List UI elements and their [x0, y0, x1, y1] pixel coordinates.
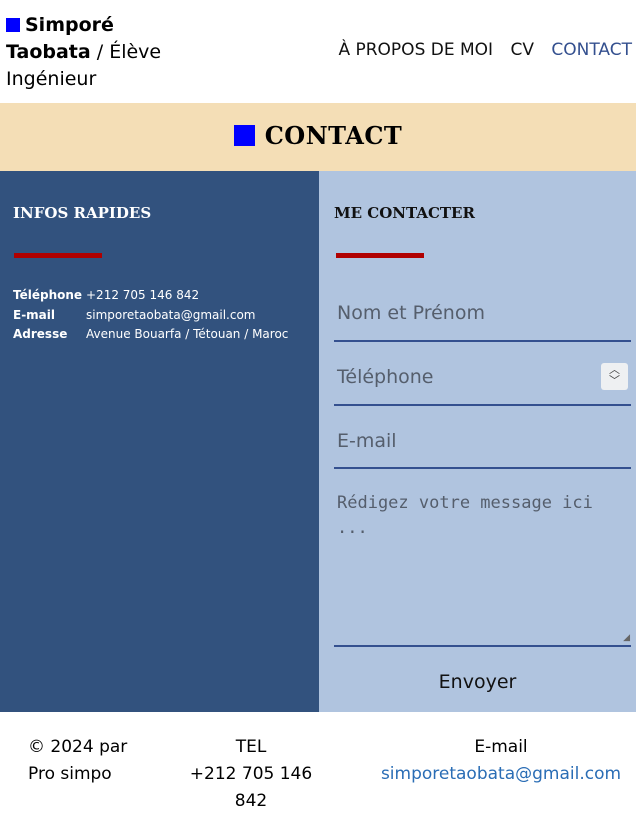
- footer-email: E-mail simporetaobata@gmail.com: [366, 734, 636, 788]
- contact-form-underline: [336, 253, 424, 258]
- copyright-line2: Pro simpo: [28, 764, 112, 784]
- submit-button[interactable]: Envoyer: [319, 671, 636, 693]
- page-title: CONTACT: [0, 121, 636, 150]
- main-nav: À PROPOS DE MOI CV CONTACT: [326, 40, 632, 60]
- email-placeholder: E-mail: [337, 430, 397, 452]
- copyright-line1: © 2024 par: [28, 737, 128, 757]
- quick-info-list: Téléphone +212 705 146 842 E-mail simporet…: [13, 286, 288, 345]
- number-stepper[interactable]: ︿ ﹀: [601, 363, 628, 390]
- tel-value: +212 705 146 842: [189, 764, 313, 811]
- info-value: +212 705 146 842: [86, 288, 200, 302]
- info-key: Adresse: [13, 327, 68, 341]
- resize-grip-icon[interactable]: ◢: [623, 632, 630, 643]
- phone-placeholder: Téléphone: [337, 366, 434, 388]
- contact-form-panel: ME CONTACTER Nom et Prénom Téléphone ︿ ﹀ …: [319, 171, 636, 712]
- email-link[interactable]: simporetaobata@gmail.com: [381, 764, 621, 784]
- info-row-phone: Téléphone +212 705 146 842: [13, 286, 288, 306]
- page-banner: CONTACT: [0, 103, 636, 171]
- nav-contact[interactable]: CONTACT: [551, 40, 632, 60]
- brand-first-name: Simporé: [25, 14, 114, 36]
- site-footer: © 2024 par Pro simpo TEL +212 705 146 84…: [0, 712, 636, 811]
- email-field[interactable]: E-mail: [334, 419, 631, 469]
- nav-about[interactable]: À PROPOS DE MOI: [338, 40, 493, 60]
- title-square-icon: [233, 125, 255, 146]
- stepper-down-icon[interactable]: ﹀: [609, 375, 620, 387]
- email-label: E-mail: [474, 737, 528, 757]
- page-title-text: CONTACT: [264, 121, 403, 150]
- site-header: Simporé Taobata / Élève Ingénieur À PROP…: [0, 0, 636, 103]
- name-field[interactable]: Nom et Prénom: [334, 291, 631, 342]
- nav-cv[interactable]: CV: [510, 40, 534, 60]
- footer-copyright: © 2024 par Pro simpo: [28, 734, 148, 788]
- info-row-email: E-mail simporetaobata@gmail.com: [13, 306, 288, 326]
- message-placeholder: Rédigez votre message ici ...: [337, 493, 593, 538]
- contact-form-title: ME CONTACTER: [334, 204, 475, 222]
- quick-info-underline: [14, 253, 102, 258]
- info-value: Avenue Bouarfa / Tétouan / Maroc: [86, 327, 289, 341]
- tel-label: TEL: [235, 737, 267, 757]
- info-key: E-mail: [13, 307, 56, 322]
- quick-info-title: INFOS RAPIDES: [13, 204, 152, 222]
- brand-last-name: Taobata: [6, 41, 91, 63]
- info-key: Téléphone: [13, 288, 83, 302]
- info-row-address: Adresse Avenue Bouarfa / Tétouan / Maroc: [13, 325, 288, 345]
- message-textarea[interactable]: Rédigez votre message ici ... ◢: [334, 483, 631, 647]
- footer-tel: TEL +212 705 146 842: [176, 734, 326, 815]
- quick-info-panel: INFOS RAPIDES Téléphone +212 705 146 842 …: [0, 171, 319, 712]
- info-value: simporetaobata@gmail.com: [86, 307, 256, 322]
- brand-square-icon: [6, 18, 20, 32]
- brand[interactable]: Simporé Taobata / Élève Ingénieur: [6, 12, 186, 93]
- name-placeholder: Nom et Prénom: [337, 302, 485, 324]
- phone-field[interactable]: Téléphone ︿ ﹀: [334, 355, 631, 406]
